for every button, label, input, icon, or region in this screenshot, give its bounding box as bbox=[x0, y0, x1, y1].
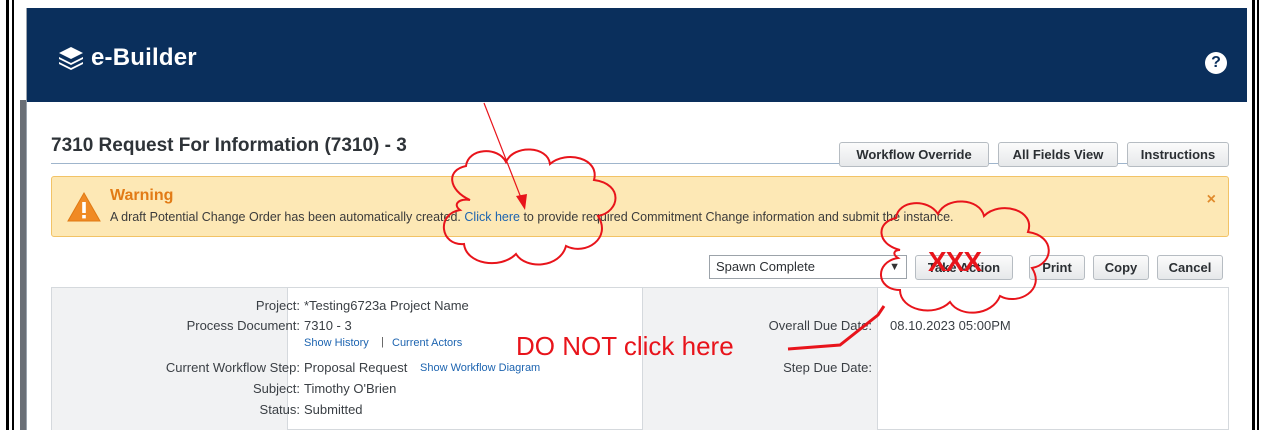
do-not-click-annotation: DO NOT click here bbox=[516, 331, 734, 361]
warning-title: Warning bbox=[110, 187, 174, 204]
warning-banner: Warning A draft Potential Change Order h… bbox=[51, 176, 1229, 237]
action-select-value: Spawn Complete bbox=[716, 259, 815, 274]
all-fields-view-button[interactable]: All Fields View bbox=[998, 142, 1118, 167]
top-navigation-bar: e-Builder ? bbox=[27, 8, 1247, 102]
screenshot-frame: e-Builder ? 7310 Request For Information… bbox=[0, 0, 1262, 430]
subject-value: Timothy O'Brien bbox=[304, 381, 397, 396]
show-history-link[interactable]: Show History bbox=[304, 337, 369, 349]
project-label: Project: bbox=[255, 298, 300, 313]
current-workflow-step-label: Current Workflow Step: bbox=[165, 360, 300, 375]
instructions-button[interactable]: Instructions bbox=[1127, 142, 1229, 167]
cancel-button[interactable]: Cancel bbox=[1157, 255, 1223, 280]
copy-button[interactable]: Copy bbox=[1093, 255, 1149, 280]
process-document-value: 7310 - 3 bbox=[304, 318, 352, 333]
page-title: 7310 Request For Information (7310) - 3 bbox=[51, 135, 407, 156]
step-due-date-label: Step Due Date: bbox=[783, 360, 872, 375]
window-border-right bbox=[1252, 0, 1255, 430]
show-workflow-diagram-link[interactable]: Show Workflow Diagram bbox=[420, 362, 540, 374]
warning-message-suffix: to provide required Commitment Change in… bbox=[519, 210, 954, 224]
window-border-right-inner bbox=[1257, 0, 1259, 430]
window-border-left bbox=[6, 0, 9, 430]
link-separator: | bbox=[381, 336, 384, 348]
details-label-column-left bbox=[52, 288, 288, 430]
xxx-annotation: XXX bbox=[928, 246, 982, 277]
status-value: Submitted bbox=[304, 402, 363, 417]
warning-message-prefix: A draft Potential Change Order has been … bbox=[110, 210, 465, 224]
click-here-link[interactable]: Click here bbox=[464, 210, 520, 224]
window-border-left-inner bbox=[12, 0, 14, 430]
stacked-layers-icon bbox=[59, 47, 83, 70]
project-value: *Testing6723a Project Name bbox=[304, 298, 469, 313]
process-document-label: Process Document: bbox=[186, 318, 300, 333]
overall-due-date-value: 08.10.2023 05:00PM bbox=[890, 318, 1011, 333]
current-workflow-step-value: Proposal Request bbox=[304, 360, 408, 375]
action-select[interactable]: Spawn Complete ▼ bbox=[709, 255, 907, 279]
chevron-down-icon: ▼ bbox=[889, 261, 900, 273]
logo-text: e-Builder bbox=[91, 44, 197, 71]
warning-triangle-icon bbox=[67, 191, 101, 222]
print-button[interactable]: Print bbox=[1029, 255, 1085, 280]
warning-message: A draft Potential Change Order has been … bbox=[110, 210, 954, 224]
overall-due-date-label: Overall Due Date: bbox=[768, 318, 872, 333]
app-logo[interactable]: e-Builder bbox=[57, 44, 197, 72]
current-actors-link[interactable]: Current Actors bbox=[392, 337, 462, 349]
status-label: Status: bbox=[259, 402, 300, 417]
workflow-override-button[interactable]: Workflow Override bbox=[839, 142, 989, 167]
close-icon[interactable]: × bbox=[1207, 191, 1216, 209]
help-icon[interactable]: ? bbox=[1205, 52, 1227, 74]
subject-label: Subject: bbox=[253, 381, 300, 396]
app-content: e-Builder ? 7310 Request For Information… bbox=[26, 8, 1247, 430]
